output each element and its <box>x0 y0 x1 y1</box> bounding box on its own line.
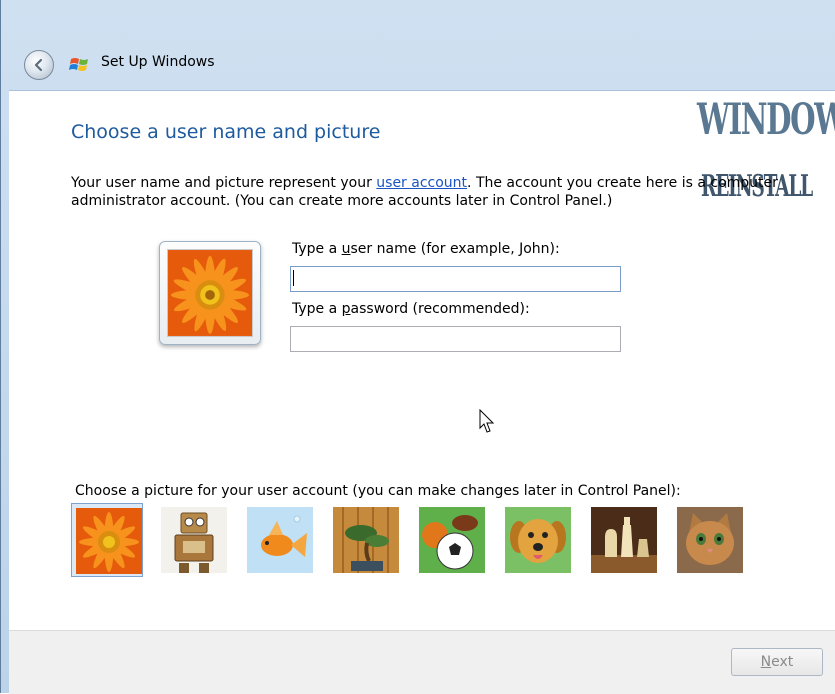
windows-logo-icon <box>69 58 88 71</box>
description: Your user name and picture represent you… <box>71 174 831 210</box>
picture-option-kitten[interactable] <box>673 503 745 577</box>
picture-option-robot[interactable] <box>157 503 229 577</box>
text-caret <box>293 270 294 286</box>
main-content: WINDOWS REINSTALL Choose a user name and… <box>9 90 835 631</box>
picture-option-goldfish[interactable] <box>243 503 315 577</box>
password-input[interactable] <box>290 326 621 352</box>
picture-option-puppy[interactable] <box>501 503 573 577</box>
selected-avatar <box>159 241 261 345</box>
back-arrow-icon <box>34 58 43 72</box>
picture-option-sports-balls[interactable] <box>415 503 487 577</box>
back-button[interactable] <box>24 50 54 80</box>
watermark-line-1: WINDOWS <box>697 95 835 145</box>
setup-window: Set Up Windows WINDOWS REINSTALL Choose … <box>0 0 835 694</box>
window-title: Set Up Windows <box>101 54 215 70</box>
next-button[interactable]: Next <box>731 648 823 676</box>
picture-list <box>71 503 771 583</box>
picture-chooser-label: Choose a picture for your user account (… <box>75 483 681 499</box>
password-label: Type a password (recommended): <box>292 301 530 317</box>
picture-option-chess[interactable] <box>587 503 659 577</box>
username-input[interactable] <box>290 266 621 292</box>
description-text-1: Your user name and picture represent you… <box>71 175 377 191</box>
avatar-flower-image <box>167 249 253 337</box>
mouse-cursor-icon <box>479 409 495 433</box>
picture-option-bonsai[interactable] <box>329 503 401 577</box>
picture-option-flower[interactable] <box>71 503 143 577</box>
footer-bar: Next <box>9 630 835 694</box>
title-bar: Set Up Windows <box>9 40 835 90</box>
username-label: Type a user name (for example, John): <box>292 241 560 257</box>
user-account-link[interactable]: user account <box>376 175 467 191</box>
page-title: Choose a user name and picture <box>71 121 381 143</box>
